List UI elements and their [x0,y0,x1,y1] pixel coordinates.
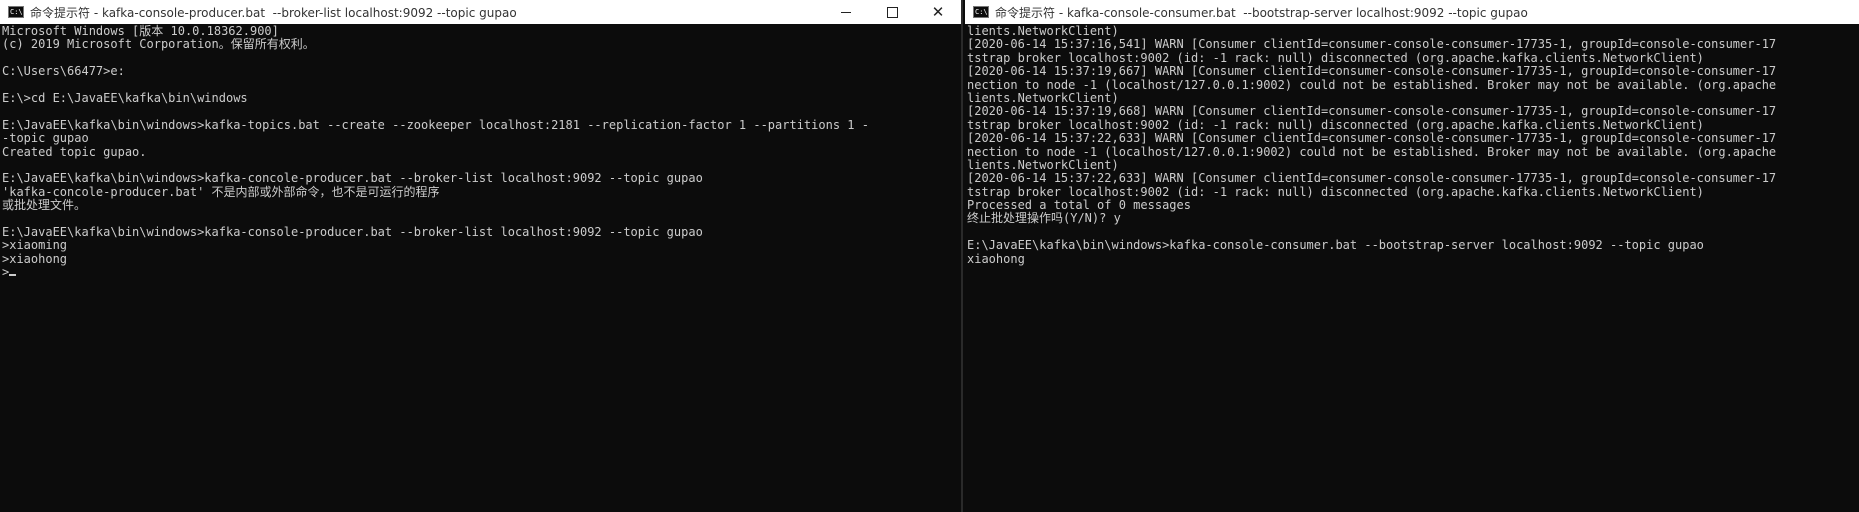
console-line: E:\JavaEE\kafka\bin\windows>kafka-consol… [2,224,703,239]
console-line: [2020-06-14 15:37:22,633] WARN [Consumer… [967,131,1777,146]
console-line: E:\JavaEE\kafka\bin\windows>kafka-topics… [2,117,869,132]
consumer-window-title: 命令提示符 - kafka-console-consumer.bat --boo… [995,5,1528,20]
console-line: E:\>cd E:\JavaEE\kafka\bin\windows [2,90,248,105]
console-line: > [2,265,959,279]
text-cursor [9,274,17,277]
console-line: [2020-06-14 15:37:22,633] WARN [Consumer… [967,171,1777,186]
console-line: Microsoft Windows [版本 10.0.18362.900] [2,24,279,38]
console-line: [2020-06-14 15:37:19,667] WARN [Consumer… [967,64,1777,79]
consumer-title-bar[interactable]: C:\ 命令提示符 - kafka-console-consumer.bat -… [965,0,1859,24]
producer-window-controls: ✕ [823,0,961,24]
console-line: lients.NetworkClient) [967,90,1119,105]
console-line: 'kafka-concole-producer.bat' 不是内部或外部命令，也… [2,184,440,199]
close-button[interactable]: ✕ [915,0,961,24]
minimize-icon [841,11,851,13]
producer-window-title: 命令提示符 - kafka-console-producer.bat --bro… [30,5,517,20]
console-line: >xiaoming [2,238,68,253]
console-line: tstrap broker localhost:9002 (id: -1 rac… [967,117,1704,132]
console-line: 或批处理文件。 [2,198,87,213]
consumer-console-window[interactable]: C:\ 命令提示符 - kafka-console-consumer.bat -… [965,0,1859,512]
cmd-icon: C:\ [973,6,989,18]
maximize-button[interactable] [869,0,915,24]
producer-console-window[interactable]: C:\ 命令提示符 - kafka-console-producer.bat -… [0,0,963,512]
producer-title-bar[interactable]: C:\ 命令提示符 - kafka-console-producer.bat -… [0,0,961,24]
console-line: -topic gupao [2,131,89,146]
console-line: Created topic gupao. [2,144,147,159]
cmd-icon: C:\ [8,6,24,18]
console-line: [2020-06-14 15:37:16,541] WARN [Consumer… [967,37,1777,52]
console-line: nection to node -1 (localhost/127.0.0.1:… [967,77,1777,92]
maximize-icon [886,6,898,18]
console-line: tstrap broker localhost:9002 (id: -1 rac… [967,184,1704,199]
consumer-console-output[interactable]: lients.NetworkClient) [2020-06-14 15:37:1… [965,24,1859,512]
close-icon: ✕ [931,3,945,21]
console-line: [2020-06-14 15:37:19,668] WARN [Consumer… [967,104,1777,119]
console-line: (c) 2019 Microsoft Corporation。保留所有权利。 [2,37,315,52]
producer-console-output[interactable]: Microsoft Windows [版本 10.0.18362.900] (c)… [0,24,961,512]
console-line: nection to node -1 (localhost/127.0.0.1:… [967,144,1777,159]
console-line: tstrap broker localhost:9002 (id: -1 rac… [967,50,1704,65]
console-line: xiaohong [967,251,1025,266]
console-line: lients.NetworkClient) [967,157,1119,172]
console-line: E:\JavaEE\kafka\bin\windows>kafka-consol… [967,238,1704,253]
console-line: 终止批处理操作吗(Y/N)? y [967,211,1121,226]
console-line: lients.NetworkClient) [967,24,1119,38]
console-line: >xiaohong [2,251,68,266]
minimize-button[interactable] [823,0,869,24]
console-line: C:\Users\66477>e: [2,64,125,79]
console-line: E:\JavaEE\kafka\bin\windows>kafka-concol… [2,171,703,186]
